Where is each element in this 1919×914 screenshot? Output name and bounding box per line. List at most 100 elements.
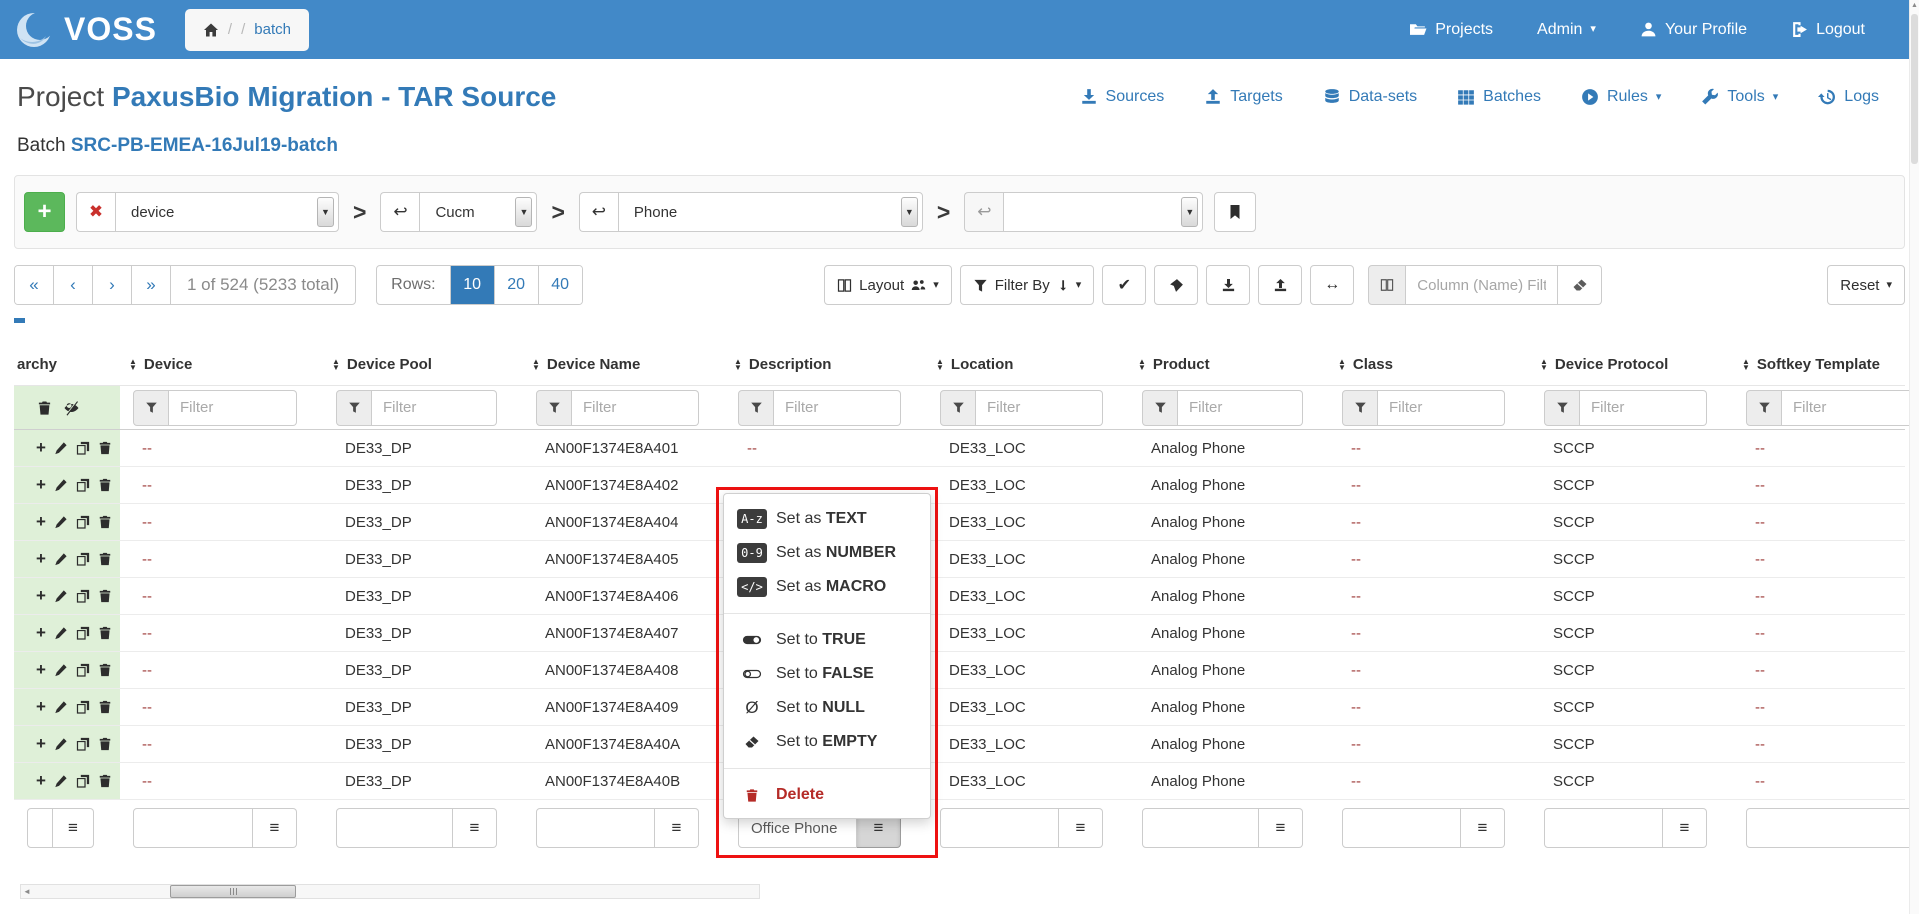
cell-location[interactable]: DE33_LOC — [927, 578, 1129, 614]
cell-device-protocol[interactable]: SCCP — [1531, 430, 1733, 466]
remove-icon[interactable]: ✖ — [76, 192, 115, 232]
bulk-edit-input[interactable] — [1544, 808, 1663, 848]
subnav-sources[interactable]: Sources — [1080, 88, 1165, 106]
scroll-up-icon[interactable]: ▲ — [1910, 2, 1919, 9]
cell-menu-button[interactable]: ≡ — [1259, 808, 1303, 848]
add-row-icon[interactable]: + — [36, 438, 46, 458]
copy-row-icon[interactable] — [76, 589, 90, 603]
cell-device-protocol[interactable]: SCCP — [1531, 726, 1733, 762]
edit-row-icon[interactable] — [54, 626, 68, 640]
cell-class[interactable]: -- — [1329, 615, 1531, 651]
first-page-button[interactable]: « — [15, 266, 54, 304]
expand-columns-button[interactable]: ↔ — [1310, 265, 1354, 305]
delete-row-icon[interactable] — [98, 515, 112, 529]
add-row-icon[interactable]: + — [36, 734, 46, 754]
cell-device-pool[interactable]: DE33_DP — [323, 615, 523, 651]
subnav-logs[interactable]: Logs — [1818, 88, 1879, 106]
cell-product[interactable]: Analog Phone — [1129, 726, 1329, 762]
cell-product[interactable]: Analog Phone — [1129, 541, 1329, 577]
cell-device[interactable]: -- — [120, 430, 323, 466]
cell-class[interactable]: -- — [1329, 504, 1531, 540]
cell-device[interactable]: -- — [120, 763, 323, 799]
cell-product[interactable]: Analog Phone — [1129, 763, 1329, 799]
cell-product[interactable]: Analog Phone — [1129, 430, 1329, 466]
cell-menu-button[interactable]: ≡ — [253, 808, 297, 848]
cell-softkey-template[interactable]: -- — [1733, 541, 1905, 577]
context-menu-item[interactable]: 0-9 Set as NUMBER — [724, 536, 930, 570]
bulk-edit-input[interactable] — [133, 808, 253, 848]
column-name-filter-input[interactable] — [1406, 265, 1558, 305]
delete-row-icon[interactable] — [98, 589, 112, 603]
delete-row-icon[interactable] — [98, 700, 112, 714]
type-select[interactable]: Phone▼ — [618, 192, 923, 232]
horizontal-scrollbar[interactable]: ◄ — [20, 884, 760, 899]
source-select[interactable]: Cucm▼ — [419, 192, 537, 232]
context-menu-item[interactable]: Ø Set to NULL — [724, 691, 930, 725]
sort-icon[interactable]: ▲▼ — [734, 359, 742, 371]
column-filter-input[interactable] — [1782, 390, 1919, 426]
add-row-icon[interactable]: + — [36, 512, 46, 532]
rows-option-40[interactable]: 40 — [538, 266, 582, 304]
copy-row-icon[interactable] — [76, 515, 90, 529]
context-menu-item[interactable]: Set to TRUE — [724, 623, 930, 657]
cell-device-protocol[interactable]: SCCP — [1531, 689, 1733, 725]
cell-menu-button[interactable]: ≡ — [1059, 808, 1103, 848]
cell-softkey-template[interactable]: -- — [1733, 615, 1905, 651]
vertical-scrollbar-thumb[interactable] — [1911, 14, 1918, 164]
cell-product[interactable]: Analog Phone — [1129, 504, 1329, 540]
copy-row-icon[interactable] — [76, 441, 90, 455]
cell-menu-button[interactable]: ≡ — [453, 808, 497, 848]
edit-row-icon[interactable] — [54, 700, 68, 714]
column-filter-input[interactable] — [1580, 390, 1707, 426]
prev-page-button[interactable]: ‹ — [54, 266, 93, 304]
cell-device[interactable]: -- — [120, 541, 323, 577]
load-button[interactable] — [1258, 265, 1302, 305]
context-menu-item[interactable]: Delete — [724, 778, 930, 812]
sort-icon[interactable]: ▲▼ — [1138, 359, 1146, 371]
cell-device-name[interactable]: AN00F1374E8A405 — [523, 541, 725, 577]
cell-location[interactable]: DE33_LOC — [927, 504, 1129, 540]
column-filter-input[interactable] — [1178, 390, 1303, 426]
return-icon[interactable]: ↩ — [579, 192, 618, 232]
bulk-edit-input[interactable] — [1342, 808, 1461, 848]
cell-menu-button[interactable]: ≡ — [655, 808, 699, 848]
sort-icon[interactable]: ▲▼ — [1540, 359, 1548, 371]
nav-admin[interactable]: Admin ▾ — [1537, 21, 1596, 39]
return-icon[interactable]: ↩ — [380, 192, 419, 232]
edit-row-icon[interactable] — [54, 515, 68, 529]
rows-option-10[interactable]: 10 — [450, 266, 494, 304]
cell-product[interactable]: Analog Phone — [1129, 615, 1329, 651]
cell-device-name[interactable]: AN00F1374E8A40B — [523, 763, 725, 799]
column-header[interactable]: ▲▼ Device — [120, 344, 323, 385]
cell-device-protocol[interactable]: SCCP — [1531, 578, 1733, 614]
delete-row-icon[interactable] — [98, 478, 112, 492]
cell-class[interactable]: -- — [1329, 430, 1531, 466]
cell-softkey-template[interactable]: -- — [1733, 689, 1905, 725]
cell-device-pool[interactable]: DE33_DP — [323, 763, 523, 799]
cell-class[interactable]: -- — [1329, 467, 1531, 503]
subnav-tools[interactable]: Tools▾ — [1701, 88, 1778, 106]
cell-location[interactable]: DE33_LOC — [927, 652, 1129, 688]
edit-row-icon[interactable] — [54, 441, 68, 455]
column-header[interactable]: ▲▼ Location — [927, 344, 1129, 385]
nav-logout[interactable]: Logout — [1791, 21, 1865, 39]
cell-softkey-template[interactable]: -- — [1733, 467, 1905, 503]
clear-column-filter-button[interactable] — [1558, 265, 1602, 305]
sort-icon[interactable]: ▲▼ — [532, 359, 540, 371]
column-filter-input[interactable] — [169, 390, 297, 426]
horizontal-scrollbar-thumb[interactable] — [170, 885, 296, 898]
rows-option-20[interactable]: 20 — [494, 266, 538, 304]
copy-row-icon[interactable] — [76, 478, 90, 492]
cell-class[interactable]: -- — [1329, 763, 1531, 799]
cell-softkey-template[interactable]: -- — [1733, 652, 1905, 688]
sort-icon[interactable]: ▲▼ — [1742, 359, 1750, 371]
edit-row-icon[interactable] — [54, 774, 68, 788]
cell-class[interactable]: -- — [1329, 689, 1531, 725]
column-header[interactable]: ▲▼ Softkey Template — [1733, 344, 1905, 385]
delete-row-icon[interactable] — [98, 774, 112, 788]
cell-device-name[interactable]: AN00F1374E8A406 — [523, 578, 725, 614]
subnav-targets[interactable]: Targets — [1204, 88, 1282, 106]
bulk-edit-input[interactable] — [940, 808, 1059, 848]
context-menu-item[interactable]: </> Set as MACRO — [724, 570, 930, 604]
cell-class[interactable]: -- — [1329, 652, 1531, 688]
